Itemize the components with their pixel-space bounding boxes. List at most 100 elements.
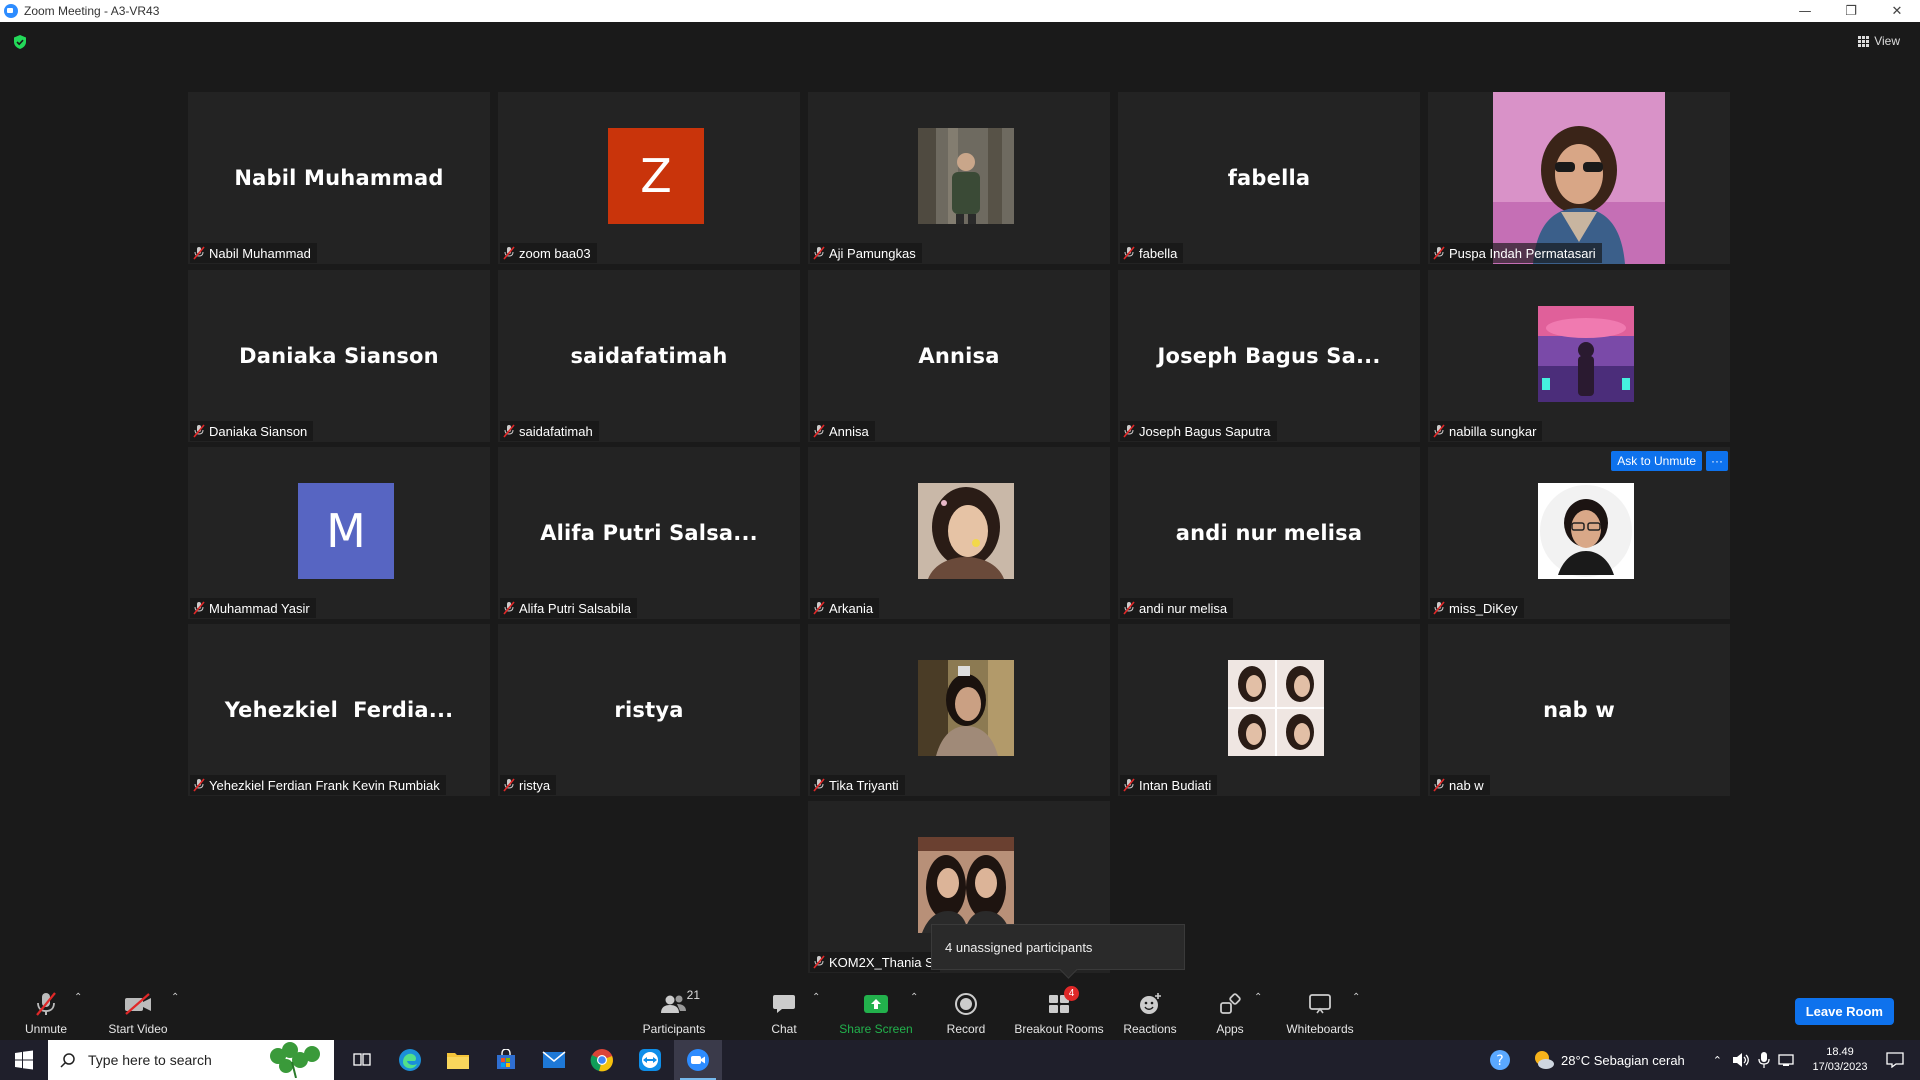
record-label: Record xyxy=(946,1022,986,1036)
taskbar-app-store[interactable] xyxy=(482,1040,530,1080)
breakout-rooms-button[interactable]: 4 Breakout Rooms xyxy=(1014,980,1104,1040)
mic-muted-icon xyxy=(193,601,205,615)
mic-muted-icon xyxy=(1123,778,1135,792)
participant-video xyxy=(1493,92,1665,264)
mic-muted-icon xyxy=(1433,601,1445,615)
participant-tile[interactable]: nabilla sungkar xyxy=(1428,270,1730,442)
participant-display-name: Daniaka Sianson xyxy=(239,344,439,368)
weather-text[interactable]: 28°C Sebagian cerah xyxy=(1561,1053,1685,1068)
participant-tile[interactable]: M Muhammad Yasir xyxy=(188,447,490,619)
taskbar-app-edge[interactable] xyxy=(386,1040,434,1080)
participant-tile[interactable]: Tika Triyanti xyxy=(808,624,1110,796)
microphone-icon[interactable] xyxy=(1758,1051,1770,1069)
chat-options-caret-icon[interactable]: ⌃ xyxy=(812,992,820,1003)
participant-display-name: Alifa Putri Salsa... xyxy=(540,521,758,545)
participants-label: Participants xyxy=(642,1022,706,1036)
participant-name: Yehezkiel Ferdian Frank Kevin Rumbiak xyxy=(209,777,440,793)
mic-muted-icon xyxy=(813,601,825,615)
participant-tile[interactable]: Ask to Unmute ··· miss_DiKey xyxy=(1428,447,1730,619)
taskbar-app-zoom[interactable] xyxy=(674,1040,722,1080)
record-button[interactable]: Record xyxy=(940,980,992,1040)
apps-options-caret-icon[interactable]: ⌃ xyxy=(1254,992,1262,1003)
participants-button[interactable]: 21 Participants xyxy=(636,980,712,1040)
participant-tile[interactable]: Nabil Muhammad Nabil Muhammad xyxy=(188,92,490,264)
task-view-button[interactable] xyxy=(338,1040,386,1080)
more-options-button[interactable]: ··· xyxy=(1706,451,1728,471)
weather-icon xyxy=(1535,1051,1555,1069)
meeting-toolbar: Unmute ⌃ Start Video ⌃ 21 Participants C… xyxy=(0,980,1920,1040)
share-screen-button[interactable]: Share Screen xyxy=(836,980,916,1040)
reactions-button[interactable]: Reactions xyxy=(1120,980,1180,1040)
notifications-icon[interactable] xyxy=(1886,1052,1904,1068)
mic-muted-icon xyxy=(503,778,515,792)
participant-name: Alifa Putri Salsabila xyxy=(519,600,631,616)
taskbar-app-mail[interactable] xyxy=(530,1040,578,1080)
apps-button[interactable]: Apps xyxy=(1210,980,1250,1040)
participant-name: Nabil Muhammad xyxy=(209,245,311,261)
minimize-button[interactable]: — xyxy=(1782,0,1828,22)
whiteboards-options-caret-icon[interactable]: ⌃ xyxy=(1352,992,1360,1003)
participant-tile[interactable]: Z zoom baa03 xyxy=(498,92,800,264)
taskbar-app-chrome[interactable] xyxy=(578,1040,626,1080)
participant-tile[interactable]: nab w nab w xyxy=(1428,624,1730,796)
participants-count: 21 xyxy=(686,988,700,1002)
start-button[interactable] xyxy=(0,1040,48,1080)
participant-display-name: Annisa xyxy=(918,344,1000,368)
participant-tile[interactable]: Puspa Indah Permatasari xyxy=(1428,92,1730,264)
mic-muted-icon xyxy=(193,246,205,260)
zoom-icon xyxy=(687,1049,709,1071)
show-hidden-icons-caret-icon[interactable]: ⌃ xyxy=(1713,1054,1722,1067)
audio-options-caret-icon[interactable]: ⌃ xyxy=(74,992,82,1003)
close-button[interactable]: ✕ xyxy=(1874,0,1920,22)
avatar: M xyxy=(298,483,394,579)
taskbar-app-file-explorer[interactable] xyxy=(434,1040,482,1080)
search-icon xyxy=(60,1053,75,1068)
task-view-icon xyxy=(353,1053,371,1066)
participant-name: nabilla sungkar xyxy=(1449,423,1537,439)
participant-tile[interactable]: Alifa Putri Salsa... Alifa Putri Salsabi… xyxy=(498,447,800,619)
unmute-label: Unmute xyxy=(24,1022,68,1036)
participant-display-name: Nabil Muhammad xyxy=(234,166,444,190)
breakout-rooms-label: Breakout Rooms xyxy=(1014,1022,1104,1036)
shamrock-icon xyxy=(270,1042,320,1078)
taskbar-app-teamviewer[interactable] xyxy=(626,1040,674,1080)
participant-tile[interactable]: Intan Budiati xyxy=(1118,624,1420,796)
participant-tile[interactable]: saidafatimah saidafatimah xyxy=(498,270,800,442)
taskbar-clock[interactable]: 18.49 17/03/2023 xyxy=(1804,1045,1876,1075)
taskbar-search-box[interactable]: Type here to search xyxy=(48,1040,334,1080)
avatar xyxy=(1538,483,1634,579)
participant-tile[interactable]: fabella fabella xyxy=(1118,92,1420,264)
participant-name: ristya xyxy=(519,777,551,793)
participant-name: Intan Budiati xyxy=(1139,777,1212,793)
restore-button[interactable]: ❐ xyxy=(1828,0,1874,22)
volume-icon[interactable] xyxy=(1732,1052,1750,1068)
chat-button[interactable]: Chat xyxy=(764,980,804,1040)
chrome-icon xyxy=(590,1049,613,1072)
participant-tile[interactable]: Aji Pamungkas xyxy=(808,92,1110,264)
help-icon[interactable]: ? xyxy=(1489,1049,1511,1071)
leave-room-button[interactable]: Leave Room xyxy=(1794,998,1894,1025)
participant-tile[interactable]: Annisa Annisa xyxy=(808,270,1110,442)
participant-tile[interactable]: Yehezkiel Ferdia... Yehezkiel Ferdian Fr… xyxy=(188,624,490,796)
mic-muted-icon xyxy=(503,424,515,438)
video-off-icon xyxy=(125,993,151,1015)
shield-icon[interactable] xyxy=(12,34,28,50)
participant-tile[interactable]: andi nur melisa andi nur melisa xyxy=(1118,447,1420,619)
participant-tile[interactable]: ristya ristya xyxy=(498,624,800,796)
participant-tile[interactable]: Arkania xyxy=(808,447,1110,619)
participant-name: Arkania xyxy=(829,600,874,616)
participant-tile[interactable]: Joseph Bagus Sa... Joseph Bagus Saputra xyxy=(1118,270,1420,442)
network-icon[interactable] xyxy=(1778,1052,1796,1068)
share-options-caret-icon[interactable]: ⌃ xyxy=(910,992,918,1003)
svg-text:?: ? xyxy=(1496,1053,1503,1069)
ask-to-unmute-button[interactable]: Ask to Unmute xyxy=(1611,451,1702,471)
whiteboards-button[interactable]: Whiteboards xyxy=(1282,980,1358,1040)
avatar xyxy=(1538,306,1634,402)
unmute-button[interactable]: Unmute xyxy=(18,980,74,1040)
start-video-button[interactable]: Start Video xyxy=(106,980,170,1040)
grid-icon xyxy=(1858,35,1870,47)
view-button[interactable]: View xyxy=(1858,34,1900,48)
participant-tile[interactable]: Daniaka Sianson Daniaka Sianson xyxy=(188,270,490,442)
window-title-bar: Zoom Meeting - A3-VR43 — ❐ ✕ xyxy=(0,0,1920,22)
video-options-caret-icon[interactable]: ⌃ xyxy=(171,992,179,1003)
